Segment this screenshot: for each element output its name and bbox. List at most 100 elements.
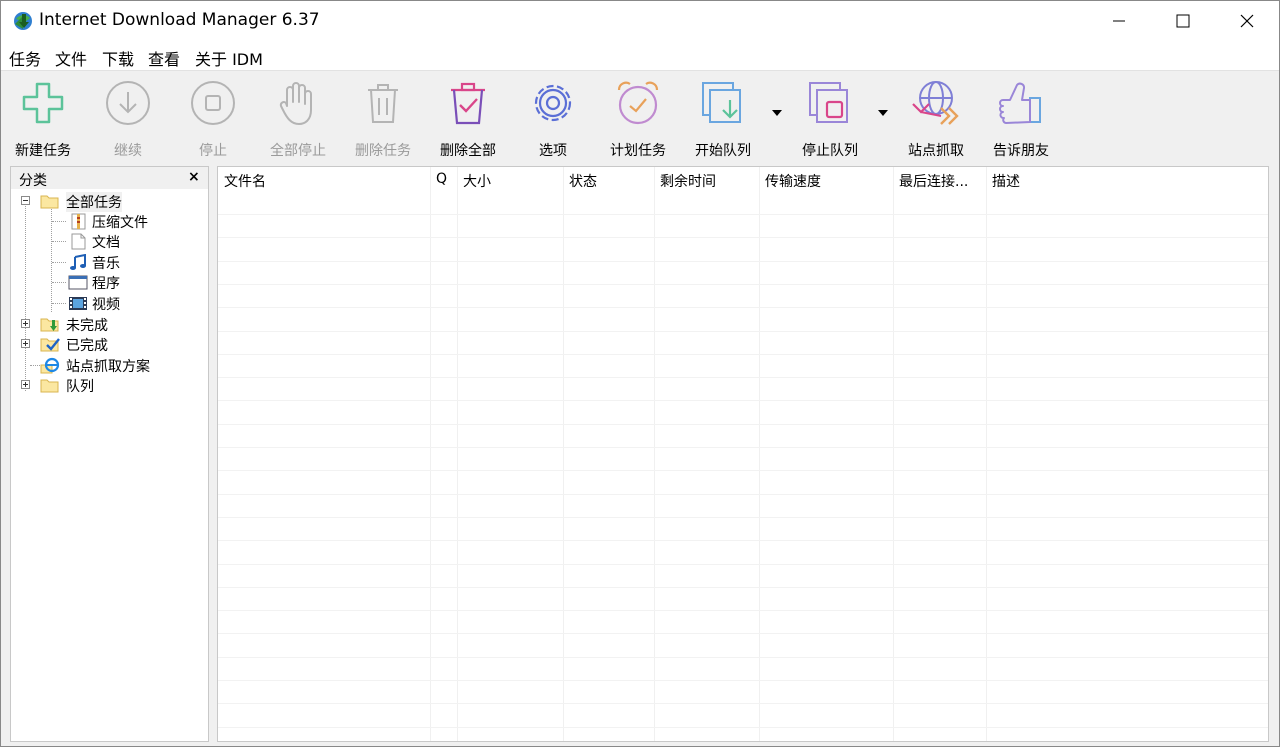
- tree-item-unfinished[interactable]: 未完成: [11, 314, 208, 334]
- hand-icon: [279, 82, 312, 125]
- resume-button[interactable]: 继续: [86, 78, 170, 160]
- row-gridline: [218, 424, 1268, 425]
- maximize-button[interactable]: [1151, 1, 1215, 41]
- stop-queue-dropdown-icon[interactable]: [876, 108, 890, 118]
- column-separator: [986, 167, 987, 741]
- tree-item-queues[interactable]: 队列: [11, 375, 208, 395]
- column-header-last-try[interactable]: 最后连接...: [893, 167, 986, 193]
- row-gridline: [218, 284, 1268, 285]
- expand-toggle[interactable]: [21, 319, 30, 328]
- plus-icon: [22, 82, 64, 124]
- list-header: 文件名 Q 大小 状态 剩余时间 传输速度 最后连接... 描述: [218, 167, 1268, 193]
- column-header-status[interactable]: 状态: [563, 167, 654, 193]
- row-gridline: [218, 237, 1268, 238]
- title-bar[interactable]: Internet Download Manager 6.37: [1, 1, 1279, 41]
- site-grabber-button[interactable]: 站点抓取: [894, 78, 978, 160]
- scheduler-button[interactable]: 计划任务: [596, 78, 680, 160]
- tree-label-unfinished: 未完成: [66, 318, 108, 334]
- column-header-time-left[interactable]: 剩余时间: [654, 167, 759, 193]
- column-separator: [893, 167, 894, 741]
- column-header-queue[interactable]: Q: [430, 167, 457, 193]
- trash-icon: [368, 84, 398, 123]
- delete-task-button[interactable]: 删除任务: [341, 78, 425, 160]
- tree-item-programs[interactable]: 程序: [11, 272, 208, 292]
- delete-all-button[interactable]: 删除全部: [426, 78, 510, 160]
- categories-panel: 分类 × 全部任务 压缩文件 文档 音乐 程序 视频 未完成 已完成 站点抓取方…: [10, 166, 209, 742]
- expand-toggle[interactable]: [21, 380, 30, 389]
- menu-download[interactable]: 下载: [102, 46, 134, 70]
- tree-item-all-tasks[interactable]: 全部任务: [11, 191, 208, 212]
- categories-title: 分类: [19, 173, 47, 189]
- row-gridline: [218, 494, 1268, 495]
- row-gridline: [218, 540, 1268, 541]
- tree-label-all-tasks: 全部任务: [66, 192, 122, 212]
- stop-button[interactable]: 停止: [171, 78, 255, 160]
- tree-label-documents: 文档: [92, 235, 120, 251]
- globe-grabber-icon: [912, 81, 959, 125]
- tree-label-compressed: 压缩文件: [92, 215, 148, 231]
- folder-open-icon: [40, 195, 59, 209]
- download-list[interactable]: 文件名 Q 大小 状态 剩余时间 传输速度 最后连接... 描述: [217, 166, 1269, 742]
- menu-file[interactable]: 文件: [55, 46, 87, 70]
- column-header-description[interactable]: 描述: [986, 167, 1268, 193]
- row-gridline: [218, 517, 1268, 518]
- tree-item-compressed[interactable]: 压缩文件: [11, 211, 208, 231]
- row-gridline: [218, 377, 1268, 378]
- row-gridline: [218, 680, 1268, 681]
- menu-tasks[interactable]: 任务: [9, 46, 41, 70]
- internet-explorer-icon: [40, 357, 60, 374]
- row-gridline: [218, 400, 1268, 401]
- row-gridline: [218, 564, 1268, 565]
- alarm-clock-icon: [617, 81, 659, 125]
- row-gridline: [218, 703, 1268, 704]
- start-queue-button[interactable]: 开始队列: [681, 78, 765, 160]
- column-header-size[interactable]: 大小: [457, 167, 563, 193]
- menu-bar: 任务 文件 下载 查看 关于 IDM: [1, 41, 1279, 71]
- row-gridline: [218, 354, 1268, 355]
- column-separator: [563, 167, 564, 741]
- stop-all-button[interactable]: 全部停止: [256, 78, 340, 160]
- folder-icon: [40, 379, 59, 393]
- queue-download-icon: [702, 82, 741, 123]
- new-task-button[interactable]: 新建任务: [1, 78, 85, 160]
- start-queue-label: 开始队列: [695, 143, 751, 159]
- row-gridline: [218, 727, 1268, 728]
- gear-icon: [534, 84, 572, 122]
- menu-about[interactable]: 关于 IDM: [195, 46, 263, 70]
- category-tree: 全部任务 压缩文件 文档 音乐 程序 视频 未完成 已完成 站点抓取方案 队列: [11, 189, 208, 741]
- start-queue-dropdown-icon[interactable]: [770, 108, 784, 118]
- music-note-icon: [70, 254, 86, 270]
- tree-item-grabber-projects[interactable]: 站点抓取方案: [11, 355, 208, 375]
- collapse-toggle[interactable]: [21, 196, 30, 205]
- row-gridline: [218, 657, 1268, 658]
- tree-item-video[interactable]: 视频: [11, 293, 208, 313]
- idm-logo-icon: [14, 12, 32, 30]
- options-button[interactable]: 选项: [511, 78, 595, 160]
- close-button[interactable]: [1215, 1, 1279, 41]
- maximize-icon: [1176, 14, 1190, 28]
- tree-label-grabber-projects: 站点抓取方案: [66, 359, 150, 375]
- row-gridline: [218, 214, 1268, 215]
- minimize-button[interactable]: [1087, 1, 1151, 41]
- tree-label-programs: 程序: [92, 276, 120, 292]
- column-header-transfer-rate[interactable]: 传输速度: [759, 167, 893, 193]
- tell-friend-button[interactable]: 告诉朋友: [979, 78, 1063, 160]
- download-circle-icon: [106, 81, 150, 125]
- tree-item-music[interactable]: 音乐: [11, 252, 208, 272]
- idm-window: Internet Download Manager 6.37 任务 文件 下载 …: [0, 0, 1280, 747]
- column-separator: [654, 167, 655, 741]
- column-separator: [759, 167, 760, 741]
- tree-item-documents[interactable]: 文档: [11, 231, 208, 251]
- queue-stop-icon: [809, 82, 848, 123]
- stop-queue-button[interactable]: 停止队列: [788, 78, 872, 160]
- menu-view[interactable]: 查看: [148, 46, 180, 70]
- row-gridline: [218, 261, 1268, 262]
- categories-close-button[interactable]: ×: [188, 169, 200, 185]
- tree-item-finished[interactable]: 已完成: [11, 334, 208, 354]
- expand-toggle[interactable]: [21, 339, 30, 348]
- column-header-filename[interactable]: 文件名: [218, 167, 430, 193]
- stop-queue-label: 停止队列: [802, 143, 858, 159]
- tree-label-music: 音乐: [92, 256, 120, 272]
- folder-download-icon: [40, 318, 59, 332]
- options-label: 选项: [539, 143, 567, 159]
